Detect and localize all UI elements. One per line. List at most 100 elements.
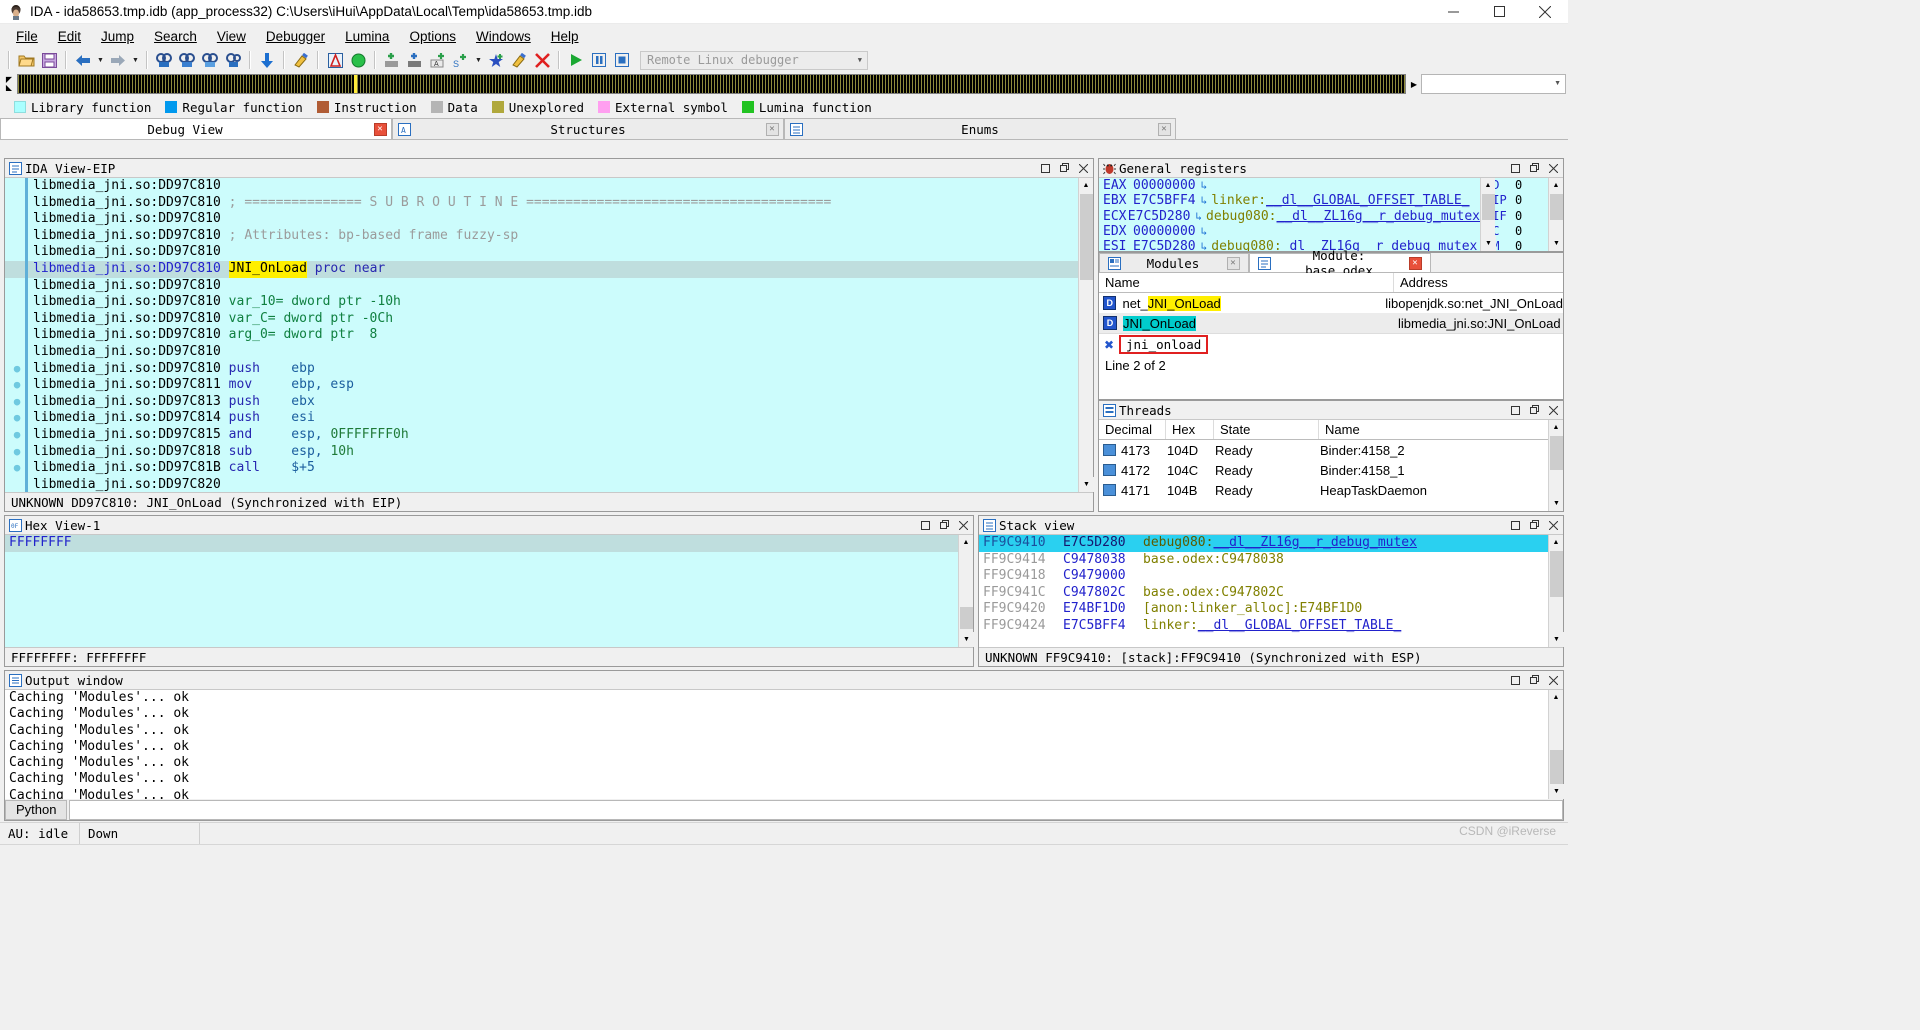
add-ascii-icon[interactable]: A <box>427 50 449 71</box>
hex-view-maximize-button[interactable] <box>935 517 954 534</box>
scroll-thumb[interactable] <box>1482 194 1495 220</box>
stack-value[interactable]: E7C5D280 <box>1063 535 1143 552</box>
navband-strip[interactable] <box>17 74 1406 94</box>
menu-windows[interactable]: Windows <box>466 26 541 47</box>
modules-list[interactable]: Dnet_JNI_OnLoad libopenjdk.so:net_JNI_OnL… <box>1099 293 1563 333</box>
stack-row[interactable]: FF9C9410 E7C5D280 debug080:__dl__ZL16g__r_… <box>979 535 1548 552</box>
tab-module-base-odex[interactable]: Module: base.odex ✕ <box>1249 248 1431 278</box>
stack-symbol[interactable]: debug080:__dl__ZL16g__r_debug_mutex <box>1143 535 1417 552</box>
delete-x-icon[interactable] <box>531 50 553 71</box>
search-hex-icon[interactable] <box>199 50 221 71</box>
threads-list[interactable]: 4173 104D Ready Binder:4158_2 4172 104C Ready B… <box>1099 440 1548 500</box>
disassembly-line[interactable]: libmedia_jni.so:DD97C810 <box>5 178 1078 195</box>
flag-value[interactable]: 0 <box>1515 224 1522 239</box>
registers-list[interactable]: EAX 00000000 ↳ EBX E7C5BFF4 ↳ linker:__dl__GLO… <box>1099 178 1480 251</box>
hex-view-close-button[interactable] <box>954 517 973 534</box>
scroll-down-arrow[interactable]: ▼ <box>1079 477 1094 492</box>
scroll-down-arrow[interactable]: ▼ <box>1549 632 1564 647</box>
hex-row[interactable]: FFFFFFFF <box>5 535 958 552</box>
hex-scrollbar[interactable]: ▲ ▼ <box>958 535 974 647</box>
disassembly-line[interactable]: ● libmedia_jni.so:DD97C810 push ebp <box>5 360 1078 378</box>
add-code-icon[interactable] <box>381 50 403 71</box>
menu-jump[interactable]: Jump <box>91 26 144 47</box>
disassembly-line[interactable]: libmedia_jni.so:DD97C810 var_C= dword pt… <box>5 310 1078 328</box>
threads-scrollbar[interactable]: ▲ ▼ <box>1548 420 1563 511</box>
stack-view-maximize-button[interactable] <box>1525 517 1544 534</box>
stack-row[interactable]: FF9C941C C947802C base.odex:C947802C <box>979 585 1548 602</box>
disassembly-line[interactable]: ● libmedia_jni.so:DD97C814 push esi <box>5 410 1078 427</box>
register-value[interactable]: E7C5BFF4 <box>1133 193 1196 208</box>
scroll-up-arrow[interactable]: ▲ <box>1549 535 1563 550</box>
scroll-down-arrow[interactable]: ▼ <box>1549 496 1563 511</box>
tab-enums-close[interactable]: ✕ <box>1153 122 1175 136</box>
run-icon[interactable] <box>565 50 587 71</box>
follow-arrow-icon[interactable]: ↳ <box>1195 209 1202 224</box>
add-struct-dropdown-icon[interactable]: ▼ <box>473 50 484 71</box>
minimize-button[interactable] <box>1430 0 1476 24</box>
table-row[interactable]: 4171 104B Ready HeapTaskDaemon <box>1099 480 1548 500</box>
search-next-icon[interactable] <box>222 50 244 71</box>
disassembly-line[interactable]: libmedia_jni.so:DD97C810 <box>5 244 1078 261</box>
flag-value[interactable]: 0 <box>1515 209 1522 224</box>
stack-listing[interactable]: FF9C9410 E7C5D280 debug080:__dl__ZL16g__r_… <box>979 535 1548 647</box>
breakpoint-dot-icon[interactable]: ● <box>9 361 25 378</box>
threads-restore-button[interactable] <box>1506 402 1525 419</box>
flag-value[interactable]: 0 <box>1515 193 1522 208</box>
stack-symbol[interactable]: base.odex:C9478038 <box>1143 552 1284 569</box>
python-command-input[interactable] <box>69 799 1563 820</box>
module-name-cell[interactable]: net_JNI_OnLoad <box>1122 295 1385 311</box>
add-star-icon[interactable] <box>485 50 507 71</box>
tab-debug-view[interactable]: Debug View ✕ <box>0 118 392 139</box>
ida-view-restore-button[interactable] <box>1036 160 1055 177</box>
debugger-select[interactable]: Remote Linux debugger ▼ <box>640 50 868 70</box>
tab-modules-close[interactable]: ✕ <box>1222 256 1244 270</box>
stack-value[interactable]: E7C5BFF4 <box>1063 618 1143 635</box>
tab-debug-view-close[interactable]: ✕ <box>369 122 391 136</box>
find-close-icon[interactable]: ✖ <box>1099 338 1119 352</box>
nav-back-dropdown-icon[interactable]: ▼ <box>95 50 106 71</box>
nav-back-icon[interactable] <box>72 50 94 71</box>
stack-view-restore-button[interactable] <box>1506 517 1525 534</box>
scroll-down-arrow[interactable]: ▼ <box>1481 236 1496 251</box>
stack-symbol-link[interactable]: __dl__ZL16g__r_debug_mutex <box>1213 535 1417 550</box>
scroll-up-arrow[interactable]: ▲ <box>1549 690 1563 705</box>
scroll-thumb[interactable] <box>1080 194 1093 280</box>
search-text-icon[interactable] <box>176 50 198 71</box>
tab-structures-close[interactable]: ✕ <box>761 122 783 136</box>
threads-maximize-button[interactable] <box>1525 402 1544 419</box>
module-address-cell[interactable]: libmedia_jni.so:JNI_OnLoad <box>1398 316 1561 331</box>
nav-forward-icon[interactable] <box>107 50 129 71</box>
disassembly-line[interactable]: libmedia_jni.so:DD97C810 var_10= dword p… <box>5 294 1078 311</box>
stack-scrollbar[interactable]: ▲ ▼ <box>1548 535 1564 647</box>
scroll-thumb[interactable] <box>1550 551 1563 597</box>
tab-modules[interactable]: Modules ✕ <box>1099 253 1249 272</box>
add-data-icon[interactable] <box>404 50 426 71</box>
disassembly-listing[interactable]: libmedia_jni.so:DD97C810 libmedia_jni.so… <box>5 178 1078 492</box>
search-binary-icon[interactable] <box>153 50 175 71</box>
jump-down-icon[interactable] <box>256 50 278 71</box>
disassembly-line[interactable]: libmedia_jni.so:DD97C810 <box>5 343 1078 361</box>
highlighted-symbol[interactable]: JNI_OnLoad <box>228 260 307 278</box>
follow-arrow-icon[interactable]: ↳ <box>1201 178 1208 193</box>
register-value[interactable]: E7C5D280 <box>1128 209 1191 224</box>
tab-enums[interactable]: Enums ✕ <box>784 118 1176 139</box>
module-name-cell[interactable]: JNI_OnLoad <box>1123 315 1398 331</box>
register-row[interactable]: EBX E7C5BFF4 ↳ linker:__dl__GLOBAL_OFFSET_T… <box>1099 193 1480 208</box>
stack-symbol-link[interactable]: __dl__GLOBAL_OFFSET_TABLE_ <box>1198 618 1402 633</box>
open-file-icon[interactable] <box>15 50 37 71</box>
stack-symbol[interactable]: base.odex:C947802C <box>1143 585 1284 602</box>
scroll-up-arrow[interactable]: ▲ <box>959 535 973 550</box>
disassembly-line[interactable]: libmedia_jni.so:DD97C810 ; =============… <box>5 194 1078 212</box>
disassembly-line[interactable]: libmedia_jni.so:DD97C810 arg_0= dword pt… <box>5 327 1078 344</box>
disassembly-line[interactable]: ● libmedia_jni.so:DD97C815 and esp, 0FFFF… <box>5 426 1078 444</box>
stack-value[interactable]: C947802C <box>1063 585 1143 602</box>
pause-icon[interactable] <box>588 50 610 71</box>
modules-find-input[interactable]: jni_onload <box>1119 335 1209 354</box>
save-icon[interactable] <box>38 50 60 71</box>
follow-arrow-icon[interactable]: ↳ <box>1201 224 1208 239</box>
stack-value[interactable]: C9479000 <box>1063 568 1143 585</box>
navband-scroll-arrows[interactable]: ◤ ◣ <box>2 73 16 95</box>
menu-file[interactable]: File <box>6 26 48 47</box>
menu-edit[interactable]: Edit <box>48 26 91 47</box>
output-window-restore-button[interactable] <box>1506 672 1525 689</box>
